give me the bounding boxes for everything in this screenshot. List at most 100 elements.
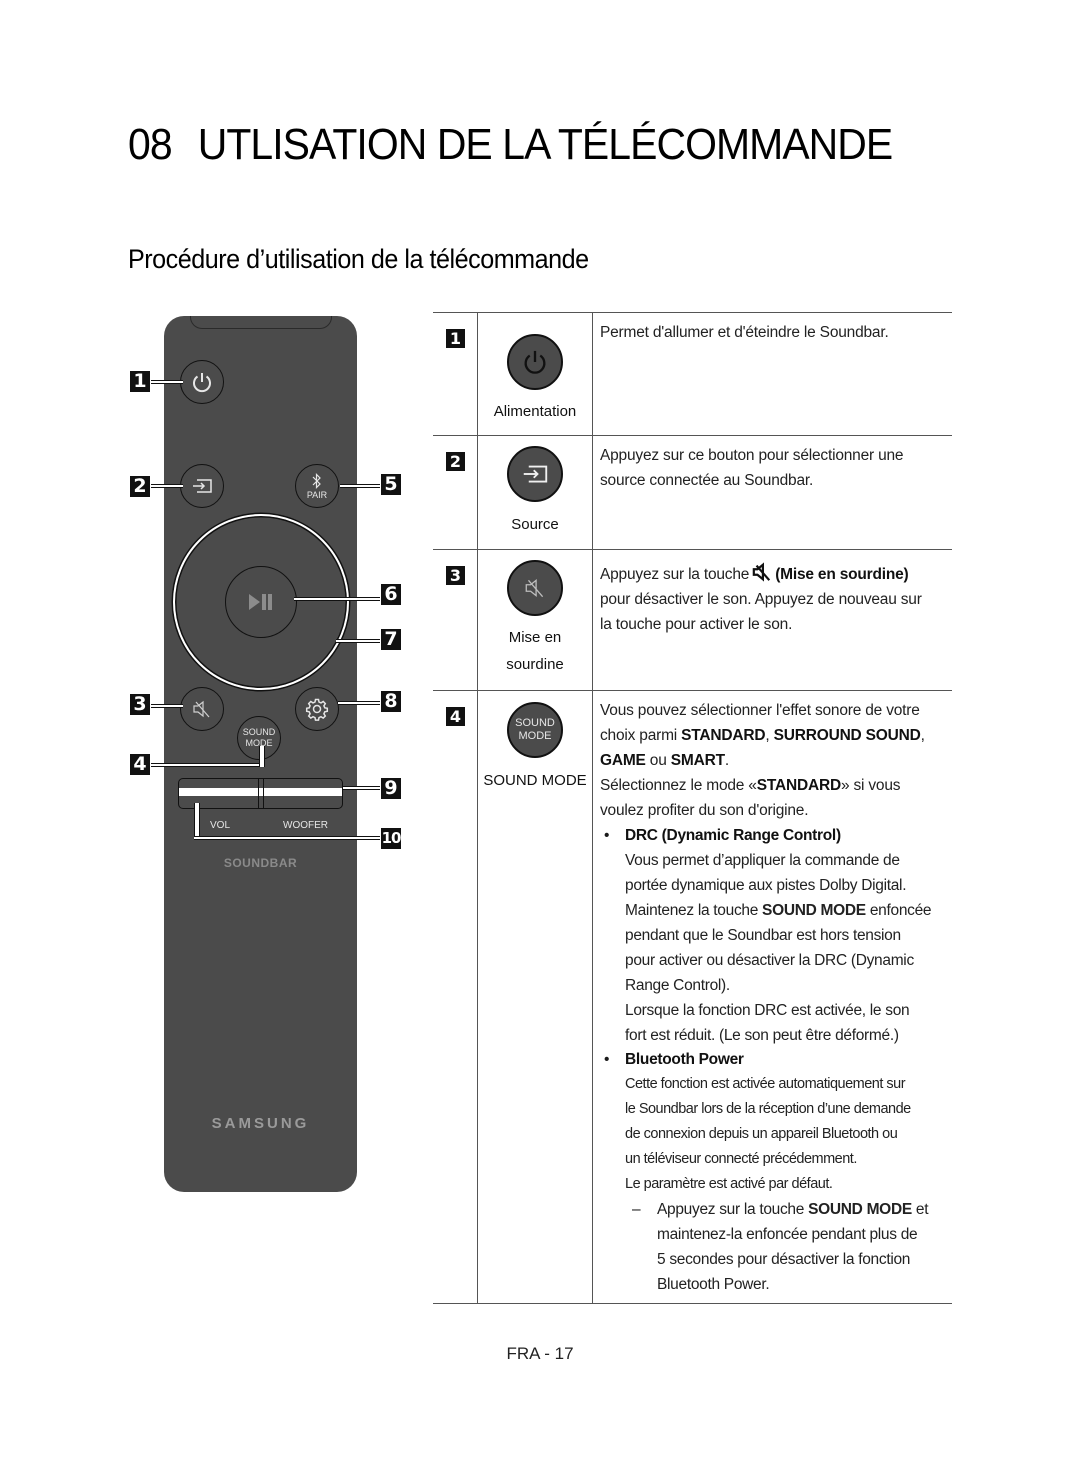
description-line: un téléviseur connecté précédemment. (625, 1151, 857, 1167)
label-line: Mise en (508, 629, 562, 646)
mute-icon (193, 700, 210, 718)
source-icon (193, 479, 212, 493)
description-line: Range Control). (625, 977, 730, 994)
power-button-image (507, 334, 563, 390)
description-text: » si vous (840, 777, 901, 794)
row-label: Alimentation (493, 403, 577, 420)
callout-2: 2 (130, 476, 150, 497)
chapter-number: 08 (128, 120, 173, 169)
table-rule (433, 312, 952, 313)
row-number: 1 (446, 329, 465, 348)
leader-line-2 (151, 484, 183, 488)
remote-ir-window (190, 316, 332, 329)
table-column-divider (592, 312, 593, 1303)
callout-8: 8 (381, 691, 401, 712)
callout-6: 6 (381, 584, 401, 605)
row-description: Vous pouvez sélectionner l'effet sonore … (600, 698, 950, 823)
description-line: le Soundbar lors de la réception d’une d… (625, 1101, 911, 1117)
mode-surround-sound: SURROUND SOUND (773, 727, 921, 744)
bluetooth-power-title: Bluetooth Power (625, 1051, 744, 1068)
icon-text: SOUND (515, 717, 555, 729)
description-line: pour désactiver le son. Appuyez de nouve… (600, 591, 922, 608)
vol-label: VOL (210, 820, 231, 831)
drc-title: DRC (Dynamic Range Control) (625, 827, 841, 844)
mode-game: GAME (600, 752, 646, 769)
leader-line-9 (343, 786, 380, 790)
leader-line-10 (194, 836, 380, 840)
description-line: Cette fonction est activée automatiqueme… (625, 1076, 906, 1092)
mode-smart: SMART (670, 752, 725, 769)
samsung-logo: SAMSUNG (211, 1115, 310, 1132)
description-text: Sélectionnez le mode « (600, 777, 757, 794)
pair-label: PAIR (306, 490, 328, 500)
callout-7: 7 (381, 629, 401, 650)
description-line: Vous pouvez sélectionner l'effet sonore … (600, 702, 920, 719)
description-bold: (Mise en sourdine) (775, 566, 909, 583)
soundbar-label: SOUNDBAR (223, 856, 298, 870)
power-icon (524, 350, 546, 374)
description-line: Sélectionnez le mode «STANDARD» si vous (600, 773, 950, 798)
description-bold: SOUND MODE (762, 902, 866, 919)
chapter-title: 08 UTLISATION DE LA TÉLÉCOMMANDE (128, 120, 893, 170)
callout-9: 9 (381, 778, 401, 799)
description-line: Lorsque la fonction DRC est activée, le … (625, 1002, 910, 1019)
description-text: enfoncée (865, 902, 932, 919)
row-label: Source (511, 516, 559, 533)
drc-section: DRC (Dynamic Range Control) Vous permet … (625, 823, 955, 1048)
page-number: FRA - 17 (506, 1344, 574, 1363)
leader-line-7 (336, 639, 380, 643)
row-description: Permet d'allumer et d'éteindre le Soundb… (600, 324, 889, 341)
table-rule (433, 549, 952, 550)
play-pause-icon (249, 594, 272, 610)
remote-vol-woofer-rocker (178, 778, 343, 809)
description-line: fort est réduit. (Le son peut être défor… (625, 1027, 899, 1044)
power-icon (193, 373, 211, 393)
description-line: Maintenez la touche SOUND MODE enfoncée (625, 898, 955, 923)
row-description: Appuyez sur la touche (Mise en sourdine) … (600, 562, 950, 637)
row-number: 4 (446, 707, 465, 726)
mute-icon (525, 579, 544, 598)
description-bold: STANDARD (756, 777, 841, 794)
bullet-icon: • (604, 1051, 610, 1068)
row-number: 2 (446, 452, 465, 471)
callout-1: 1 (130, 371, 150, 392)
section-title: Procédure d’utilisation de la télécomman… (128, 244, 589, 274)
source-icon (523, 465, 548, 483)
description-text: Appuyez sur la touche (657, 1201, 809, 1218)
remote-bluetooth-pair-button: PAIR (295, 464, 339, 508)
description-text: Appuyez sur la touche (600, 566, 750, 583)
description-line: portée dynamique aux pistes Dolby Digita… (625, 877, 907, 894)
description-text: choix parmi (600, 727, 682, 744)
dash-icon: – (632, 1201, 641, 1218)
bluetooth-power-section: Bluetooth Power Cette fonction est activ… (625, 1047, 955, 1197)
leader-line-4 (151, 763, 263, 767)
description-text: ou (645, 752, 671, 769)
gear-icon (305, 698, 329, 721)
remote-source-button (180, 464, 224, 508)
table-rule (433, 1303, 952, 1304)
leader-line-8 (338, 701, 380, 705)
description-text: , (920, 727, 925, 744)
woofer-label: WOOFER (283, 820, 328, 831)
leader-line-10-vertical (194, 803, 200, 840)
description-bold: SOUND MODE (808, 1201, 912, 1218)
leader-line-1 (151, 380, 183, 384)
remote-mute-button (180, 687, 224, 731)
description-text: et (911, 1201, 929, 1218)
description-line: 5 secondes pour désactiver la fonction (657, 1251, 911, 1268)
row-description: Appuyez sur ce bouton pour sélectionner … (600, 443, 950, 493)
leader-line-3 (151, 704, 183, 708)
callout-3: 3 (130, 694, 150, 715)
bullet-icon: • (604, 827, 610, 844)
row-number: 3 (446, 566, 465, 585)
bluetooth-icon (312, 473, 321, 489)
row-label: Mise en sourdine (478, 624, 592, 678)
mode-standard: STANDARD (681, 727, 766, 744)
bluetooth-power-note: Appuyez sur la touche SOUND MODE et main… (657, 1197, 952, 1297)
description-line: Bluetooth Power. (657, 1276, 770, 1293)
description-line: maintenez-la enfoncée pendant plus de (657, 1226, 918, 1243)
callout-10: 10 (381, 828, 401, 849)
leader-line-5 (340, 484, 380, 488)
mute-button-image (507, 560, 563, 616)
description-line: Vous permet d’appliquer la commande de (625, 852, 900, 869)
